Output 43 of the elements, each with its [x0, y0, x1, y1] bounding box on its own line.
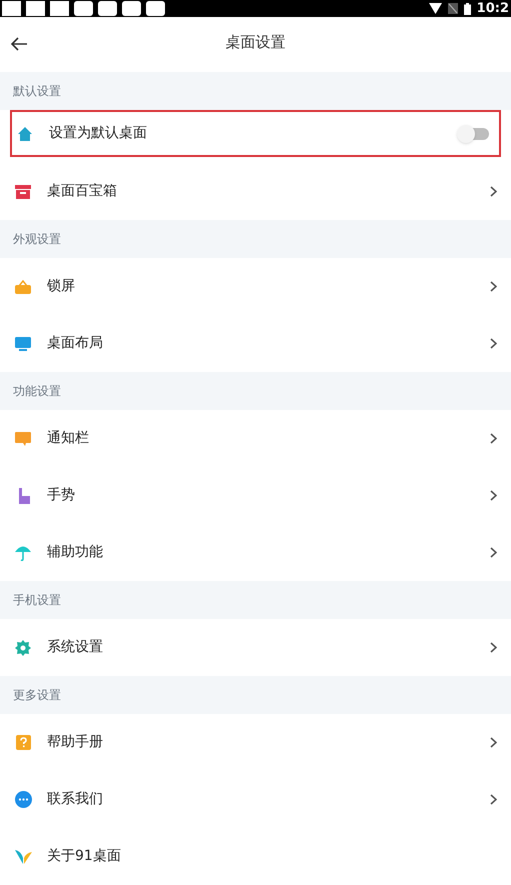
chevron-right-icon — [490, 281, 497, 292]
box-icon — [15, 184, 31, 198]
chevron-right-icon — [490, 186, 497, 197]
chevron-right-icon — [490, 433, 497, 444]
chat-bubble-icon — [14, 791, 32, 808]
settings-row[interactable]: 设置为默认桌面 — [10, 110, 501, 157]
chevron-right-icon — [490, 490, 497, 501]
chevron-right-icon — [490, 547, 497, 558]
row-label: 通知栏 — [47, 429, 90, 448]
section-title: 功能设置 — [13, 383, 61, 400]
chevron-right-icon — [490, 642, 497, 653]
question-icon — [16, 735, 30, 750]
umbrella-icon — [15, 544, 31, 560]
row-label: 联系我们 — [47, 790, 104, 809]
section-title: 外观设置 — [13, 231, 61, 248]
row-label: 辅助功能 — [47, 543, 104, 562]
row-label: 系统设置 — [47, 638, 104, 657]
wifi-icon — [428, 3, 442, 14]
chevron-right-icon — [490, 737, 497, 748]
chevron-right-icon — [490, 794, 497, 805]
status-time: 10:2 — [476, 2, 509, 15]
section-title: 手机设置 — [13, 592, 61, 609]
no-sim-icon — [448, 3, 458, 14]
row-label: 手势 — [47, 486, 76, 505]
row-label: 设置为默认桌面 — [49, 124, 148, 143]
chevron-right-icon — [490, 338, 497, 349]
message-icon — [15, 432, 31, 446]
row-label: 关于91桌面 — [47, 847, 122, 866]
monitor-icon — [15, 336, 31, 350]
butterfly-icon — [14, 848, 32, 864]
row-label: 帮助手册 — [47, 733, 104, 752]
section-title: 默认设置 — [13, 83, 61, 100]
toggle-switch[interactable] — [457, 124, 491, 142]
house-icon — [17, 126, 33, 142]
page-title: 桌面设置 — [226, 32, 286, 54]
battery-icon — [464, 2, 471, 14]
back-icon[interactable] — [10, 37, 27, 51]
row-label: 锁屏 — [47, 277, 76, 296]
gear-icon — [15, 640, 31, 656]
section-title: 更多设置 — [13, 687, 61, 704]
row-label: 桌面布局 — [47, 334, 104, 353]
row-label: 桌面百宝箱 — [47, 182, 118, 201]
bag-icon — [15, 280, 31, 294]
